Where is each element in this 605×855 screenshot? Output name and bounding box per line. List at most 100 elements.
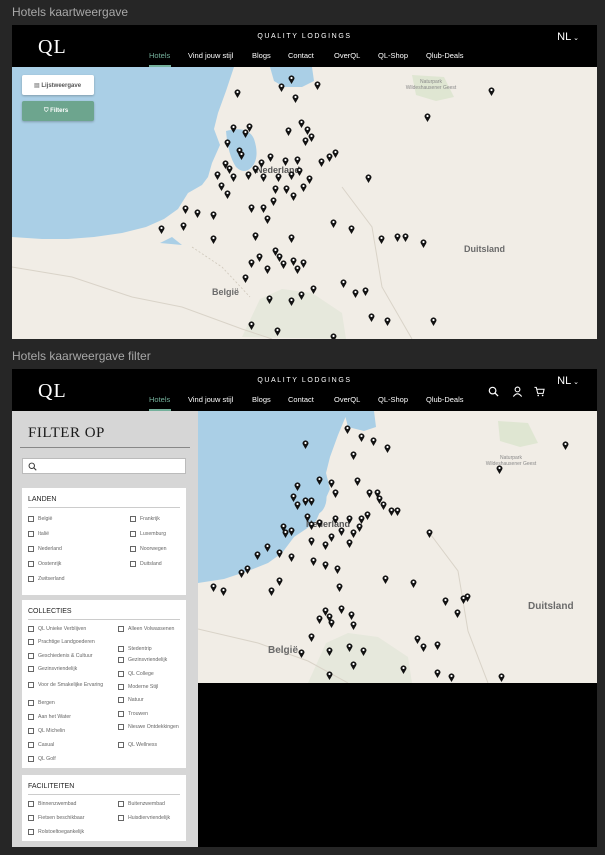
hotel-marker-icon[interactable] (402, 233, 409, 242)
hotel-marker-icon[interactable] (350, 621, 357, 630)
hotel-marker-icon[interactable] (246, 123, 253, 132)
nav-qlub-deals[interactable]: Qlub-Deals (426, 51, 464, 60)
checkbox[interactable] (28, 815, 34, 821)
hotel-marker-icon[interactable] (430, 317, 437, 326)
checkbox[interactable] (130, 531, 136, 537)
hotel-marker-icon[interactable] (308, 521, 315, 530)
hotel-marker-icon[interactable] (365, 174, 372, 183)
checkbox[interactable] (28, 829, 34, 835)
hotel-marker-icon[interactable] (302, 440, 309, 449)
hotel-marker-icon[interactable] (283, 185, 290, 194)
hotel-marker-icon[interactable] (316, 519, 323, 528)
nav-hotels[interactable]: Hotels (149, 395, 170, 404)
checkbox[interactable] (28, 666, 34, 672)
hotel-marker-icon[interactable] (370, 437, 377, 446)
nav-blogs[interactable]: Blogs (252, 395, 271, 404)
hotel-marker-icon[interactable] (248, 321, 255, 330)
hotel-marker-icon[interactable] (488, 87, 495, 96)
hotel-marker-icon[interactable] (346, 515, 353, 524)
filter-search-input[interactable] (41, 460, 181, 472)
hotel-marker-icon[interactable] (346, 643, 353, 652)
checkbox[interactable] (118, 724, 124, 730)
cart-icon[interactable] (534, 386, 545, 397)
checkbox[interactable] (28, 700, 34, 706)
checkbox[interactable] (130, 546, 136, 552)
checkbox[interactable] (28, 728, 34, 734)
hotel-marker-icon[interactable] (264, 215, 271, 224)
hotel-marker-icon[interactable] (282, 157, 289, 166)
hotel-marker-icon[interactable] (380, 501, 387, 510)
hotel-marker-icon[interactable] (330, 333, 337, 339)
hotel-marker-icon[interactable] (210, 211, 217, 220)
nav-qlub-deals[interactable]: Qlub-Deals (426, 395, 464, 404)
checkbox[interactable] (118, 684, 124, 690)
checkbox[interactable] (28, 626, 34, 632)
hotel-marker-icon[interactable] (300, 183, 307, 192)
hotel-marker-icon[interactable] (306, 175, 313, 184)
checkbox[interactable] (130, 516, 136, 522)
checkbox[interactable] (28, 561, 34, 567)
nav-contact[interactable]: Contact (288, 395, 314, 404)
hotel-marker-icon[interactable] (448, 673, 455, 682)
nav-contact[interactable]: Contact (288, 51, 314, 60)
hotel-marker-icon[interactable] (280, 260, 287, 269)
filter-search-field[interactable] (22, 458, 186, 474)
hotel-marker-icon[interactable] (562, 441, 569, 450)
hotel-marker-icon[interactable] (285, 127, 292, 136)
hotel-marker-icon[interactable] (442, 597, 449, 606)
checkbox[interactable] (118, 697, 124, 703)
hotel-marker-icon[interactable] (182, 205, 189, 214)
hotel-marker-icon[interactable] (434, 641, 441, 650)
hotel-marker-icon[interactable] (336, 583, 343, 592)
hotel-marker-icon[interactable] (294, 482, 301, 491)
hotel-marker-icon[interactable] (366, 489, 373, 498)
hotel-marker-icon[interactable] (276, 577, 283, 586)
hotel-marker-icon[interactable] (288, 527, 295, 536)
hotel-map[interactable]: Naturpark Wildeshausener Geest Duitsland… (12, 67, 597, 339)
search-icon[interactable] (488, 386, 499, 397)
hotel-marker-icon[interactable] (378, 235, 385, 244)
hotel-marker-icon[interactable] (288, 234, 295, 243)
hotel-marker-icon[interactable] (220, 587, 227, 596)
hotel-marker-icon[interactable] (234, 89, 241, 98)
checkbox[interactable] (118, 801, 124, 807)
hotel-marker-icon[interactable] (276, 549, 283, 558)
hotel-marker-icon[interactable] (267, 153, 274, 162)
hotel-marker-icon[interactable] (330, 219, 337, 228)
hotel-marker-icon[interactable] (332, 489, 339, 498)
hotel-marker-icon[interactable] (292, 94, 299, 103)
hotel-marker-icon[interactable] (420, 643, 427, 652)
hotel-marker-icon[interactable] (264, 543, 271, 552)
hotel-marker-icon[interactable] (288, 75, 295, 84)
hotel-marker-icon[interactable] (350, 529, 357, 538)
hotel-marker-icon[interactable] (270, 197, 277, 206)
hotel-marker-icon[interactable] (348, 611, 355, 620)
checkbox[interactable] (28, 714, 34, 720)
hotel-marker-icon[interactable] (352, 289, 359, 298)
hotel-marker-icon[interactable] (326, 647, 333, 656)
hotel-marker-icon[interactable] (340, 279, 347, 288)
hotel-marker-icon[interactable] (224, 190, 231, 199)
checkbox[interactable] (28, 653, 34, 659)
hotel-marker-icon[interactable] (242, 274, 249, 283)
hotel-marker-icon[interactable] (158, 225, 165, 234)
hotel-marker-icon[interactable] (266, 295, 273, 304)
hotel-marker-icon[interactable] (252, 232, 259, 241)
hotel-marker-icon[interactable] (264, 265, 271, 274)
hotel-marker-icon[interactable] (464, 593, 471, 602)
hotel-marker-icon[interactable] (426, 529, 433, 538)
hotel-marker-icon[interactable] (338, 605, 345, 614)
hotel-marker-icon[interactable] (180, 222, 187, 231)
hotel-marker-icon[interactable] (344, 425, 351, 434)
hotel-marker-icon[interactable] (288, 171, 295, 180)
nav-vind-jouw-stijl[interactable]: Vind jouw stijl (188, 51, 233, 60)
hotel-marker-icon[interactable] (350, 661, 357, 670)
hotel-marker-icon[interactable] (364, 511, 371, 520)
hotel-marker-icon[interactable] (332, 515, 339, 524)
nav-vind-jouw-stijl[interactable]: Vind jouw stijl (188, 395, 233, 404)
hotel-marker-icon[interactable] (326, 671, 333, 680)
hotel-marker-icon[interactable] (248, 204, 255, 213)
hotel-marker-icon[interactable] (252, 165, 259, 174)
hotel-marker-icon[interactable] (298, 291, 305, 300)
hotel-marker-icon[interactable] (316, 476, 323, 485)
